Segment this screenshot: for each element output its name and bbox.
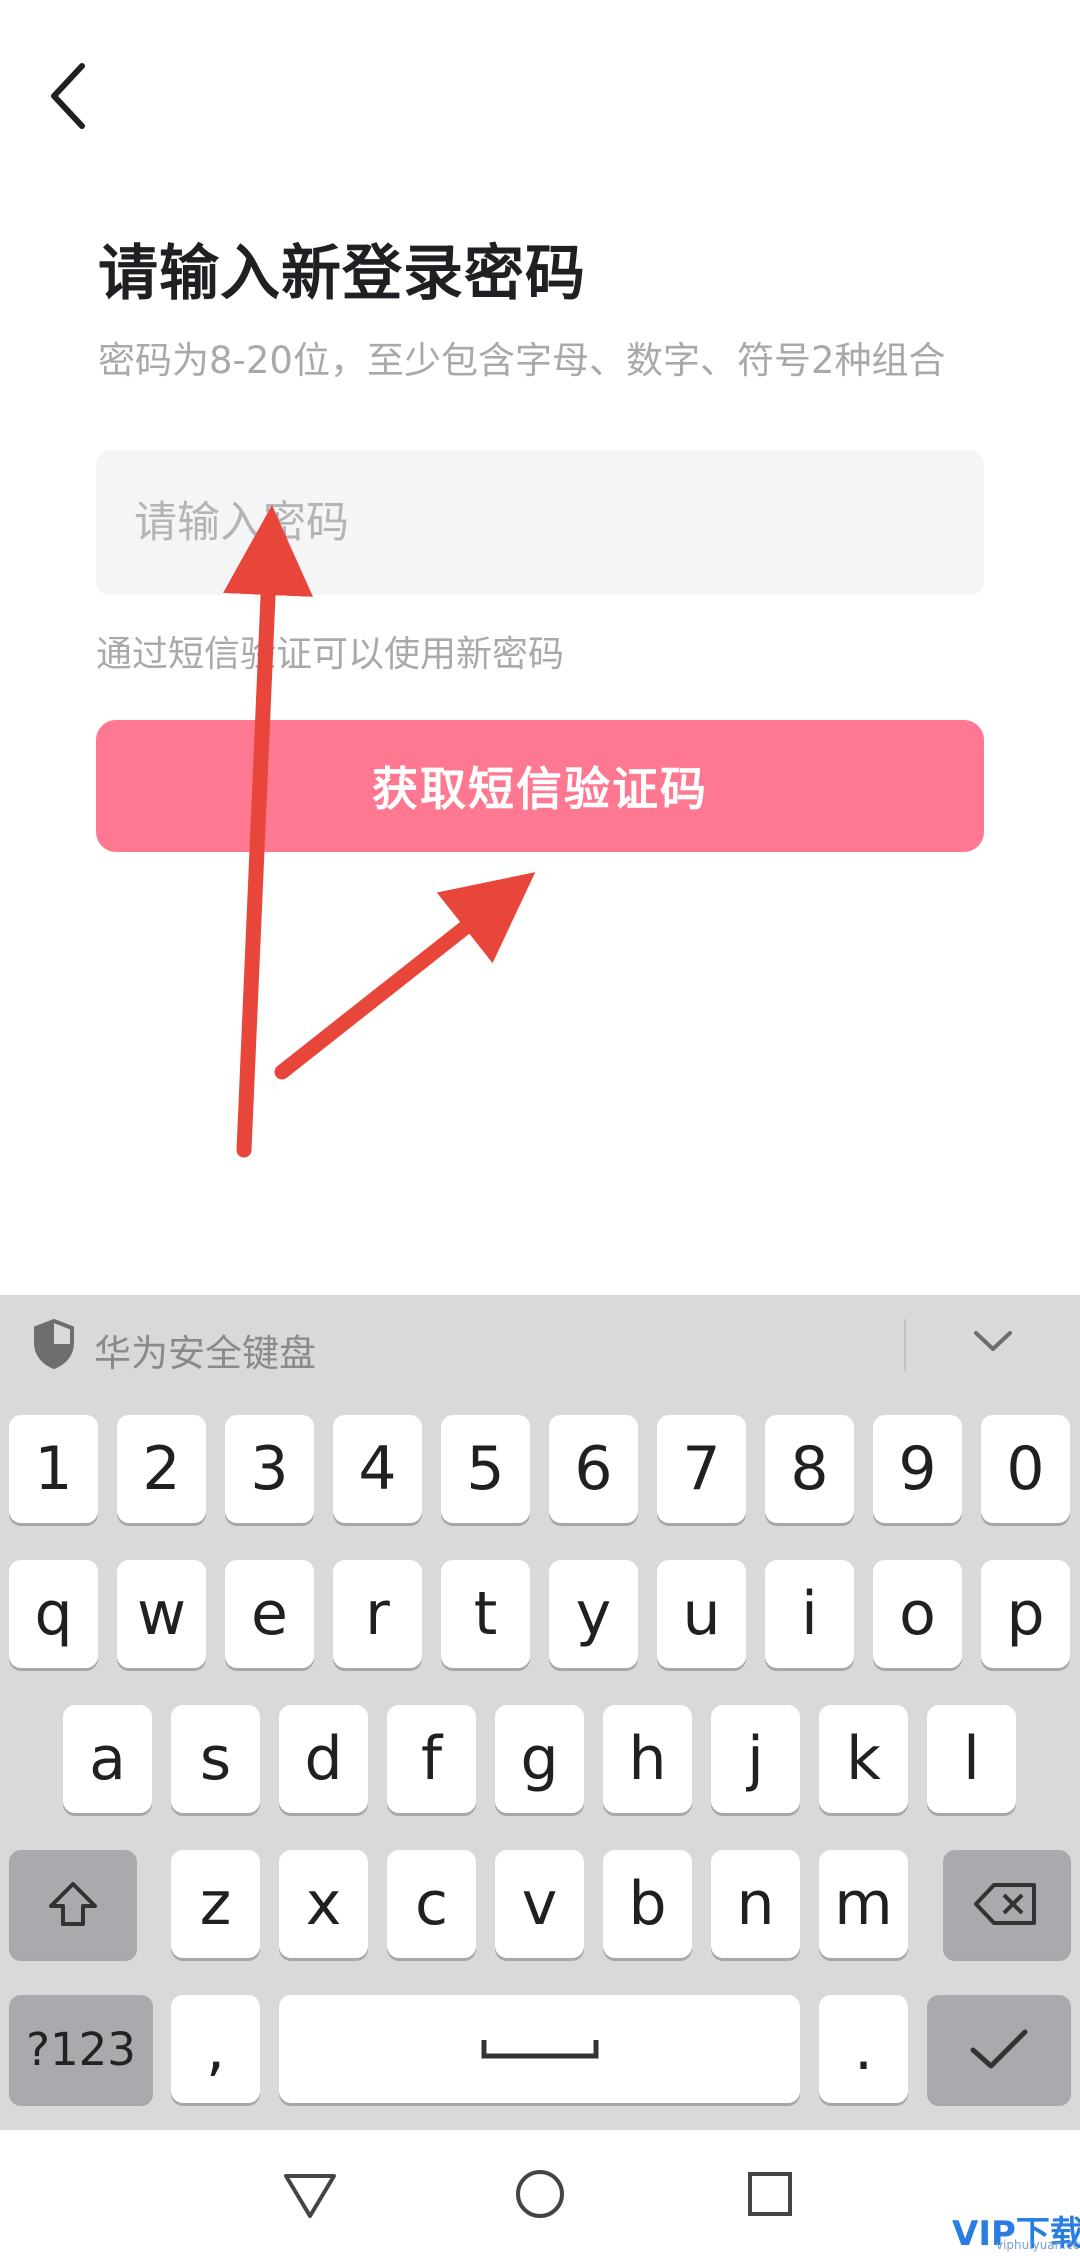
password-field[interactable] — [96, 450, 984, 595]
shift-icon — [49, 1882, 97, 1926]
get-sms-code-label: 获取短信验证码 — [372, 762, 708, 816]
key-i[interactable]: i — [765, 1560, 854, 1668]
key-l[interactable]: l — [927, 1705, 1016, 1813]
key-j[interactable]: j — [711, 1705, 800, 1813]
key-s[interactable]: s — [171, 1705, 260, 1813]
keyboard-header: 华为安全键盘 — [0, 1295, 1080, 1395]
key-h[interactable]: h — [603, 1705, 692, 1813]
enter-key[interactable] — [927, 1995, 1071, 2103]
key-g[interactable]: g — [495, 1705, 584, 1813]
keyboard-title: 华为安全键盘 — [94, 1332, 316, 1375]
key-6[interactable]: 6 — [549, 1415, 638, 1523]
backspace-icon — [974, 1883, 1036, 1925]
chevron-down-icon — [974, 1331, 1012, 1351]
key-o[interactable]: o — [873, 1560, 962, 1668]
system-navigation-bar: VIP下载 viphuiyuan.cc — [0, 2130, 1080, 2258]
key-9[interactable]: 9 — [873, 1415, 962, 1523]
key-1[interactable]: 1 — [9, 1415, 98, 1523]
shield-icon — [34, 1319, 74, 1369]
sms-hint-text: 通过短信验证可以使用新密码 — [96, 634, 565, 675]
key-4[interactable]: 4 — [333, 1415, 422, 1523]
key-t[interactable]: t — [441, 1560, 530, 1668]
key-z[interactable]: z — [171, 1850, 260, 1958]
comma-key[interactable]: , — [171, 1995, 260, 2103]
key-7[interactable]: 7 — [657, 1415, 746, 1523]
password-input[interactable] — [96, 450, 984, 595]
page-title: 请输入新登录密码 — [98, 239, 586, 309]
key-e[interactable]: e — [225, 1560, 314, 1668]
key-u[interactable]: u — [657, 1560, 746, 1668]
key-n[interactable]: n — [711, 1850, 800, 1958]
shift-key[interactable] — [9, 1850, 137, 1958]
key-2[interactable]: 2 — [117, 1415, 206, 1523]
key-5[interactable]: 5 — [441, 1415, 530, 1523]
key-v[interactable]: v — [495, 1850, 584, 1958]
collapse-keyboard-button[interactable] — [968, 1317, 1018, 1367]
backspace-key[interactable] — [943, 1850, 1071, 1958]
space-icon — [481, 2040, 598, 2059]
key-y[interactable]: y — [549, 1560, 638, 1668]
watermark-site: viphuiyuan.cc — [996, 2238, 1080, 2252]
watermark: VIP下载 viphuiyuan.cc — [952, 2206, 1080, 2254]
arrow-to-sms-button — [274, 872, 536, 1080]
key-d[interactable]: d — [279, 1705, 368, 1813]
key-0[interactable]: 0 — [981, 1415, 1070, 1523]
secure-keyboard: 华为安全键盘 1234567890 qwertyuiop asdfghjkl zxcv… — [0, 1295, 1080, 2130]
key-8[interactable]: 8 — [765, 1415, 854, 1523]
key-m[interactable]: m — [819, 1850, 908, 1958]
key-f[interactable]: f — [387, 1705, 476, 1813]
key-c[interactable]: c — [387, 1850, 476, 1958]
key-3[interactable]: 3 — [225, 1415, 314, 1523]
space-key[interactable] — [279, 1995, 800, 2103]
back-button[interactable] — [38, 58, 102, 134]
key-k[interactable]: k — [819, 1705, 908, 1813]
divider — [904, 1319, 906, 1371]
key-q[interactable]: q — [9, 1560, 98, 1668]
chevron-left-icon — [51, 63, 85, 129]
password-rule-text: 密码为8-20位，至少包含字母、数字、符号2种组合 — [98, 339, 946, 382]
get-sms-code-button[interactable]: 获取短信验证码 — [96, 720, 984, 852]
circle-home-icon[interactable] — [510, 2164, 570, 2224]
key-a[interactable]: a — [63, 1705, 152, 1813]
symbols-key[interactable]: ?123 — [9, 1995, 153, 2103]
key-x[interactable]: x — [279, 1850, 368, 1958]
key-b[interactable]: b — [603, 1850, 692, 1958]
square-recent-icon[interactable] — [740, 2164, 800, 2224]
key-r[interactable]: r — [333, 1560, 422, 1668]
key-p[interactable]: p — [981, 1560, 1070, 1668]
check-icon — [970, 2029, 1028, 2069]
triangle-back-icon[interactable] — [280, 2164, 340, 2224]
period-key[interactable]: . — [819, 1995, 908, 2103]
key-w[interactable]: w — [117, 1560, 206, 1668]
